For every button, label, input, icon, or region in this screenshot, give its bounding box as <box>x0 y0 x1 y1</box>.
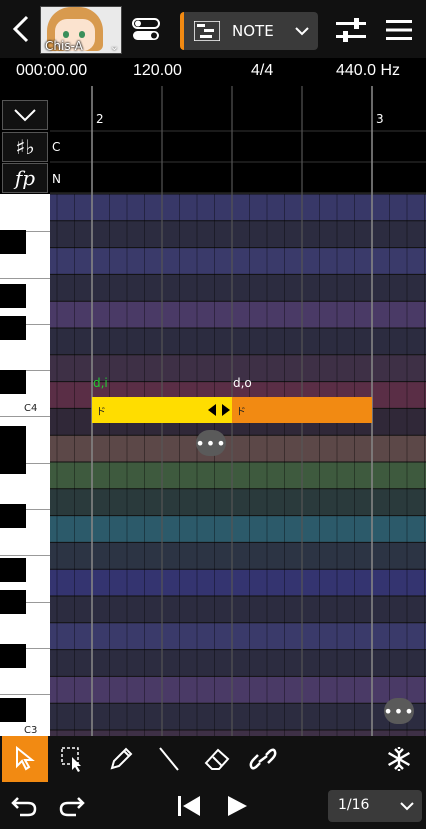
play-icon[interactable] <box>222 792 252 820</box>
undo-icon[interactable] <box>8 792 40 820</box>
black-key[interactable] <box>0 370 26 394</box>
hamburger-menu-icon[interactable] <box>386 19 412 41</box>
skip-to-start-icon[interactable] <box>174 792 204 820</box>
pitch-row <box>50 703 426 730</box>
key-label-c3: C3 <box>24 725 38 736</box>
transport-bar: 1/16 <box>0 782 426 829</box>
avatar-eye <box>63 31 69 38</box>
black-key[interactable] <box>0 504 26 528</box>
edit-toolbar <box>0 736 426 782</box>
piano-roll-grid[interactable]: 2 3 d,i d,o ド ド ••• ••• <box>50 86 426 736</box>
pitch-row <box>50 622 426 650</box>
beat-display[interactable]: 4/4 <box>251 62 273 80</box>
black-key[interactable] <box>0 558 26 582</box>
black-key[interactable] <box>0 284 26 308</box>
sharp-flat-icon: ♯♭ <box>15 135 35 159</box>
measure-number: 2 <box>96 112 104 126</box>
note-lyric: ド <box>96 407 106 418</box>
time-display[interactable]: 000:00.00 <box>16 62 87 80</box>
chevron-down-icon <box>295 27 309 36</box>
key-label-c4: C4 <box>24 403 38 414</box>
pitch-row <box>50 247 426 275</box>
pitch-row <box>50 676 426 704</box>
dynamics-lane-button[interactable]: fp <box>2 163 48 193</box>
note-more-button[interactable]: ••• <box>195 430 226 456</box>
range-select-tool[interactable] <box>50 736 96 782</box>
pitch-row <box>50 301 426 328</box>
pitch-row <box>50 649 426 677</box>
pitch-row <box>50 194 426 221</box>
black-key[interactable] <box>0 316 26 340</box>
white-key[interactable] <box>0 194 50 233</box>
eraser-icon <box>204 748 230 770</box>
chord-lane-button[interactable]: ♯♭ <box>2 132 48 162</box>
note-block[interactable]: ド <box>232 397 372 423</box>
measure-number: 3 <box>376 112 384 126</box>
snowflake-icon <box>388 747 410 771</box>
select-arrow-tool[interactable] <box>2 736 48 782</box>
pitch-display[interactable]: 440.0 Hz <box>336 62 400 80</box>
note-lane-icon <box>194 21 220 41</box>
quantize-select[interactable]: 1/16 <box>328 790 422 822</box>
note-phoneme: d,i <box>93 376 108 390</box>
collapse-lanes-button[interactable] <box>2 100 48 130</box>
chord-lane-background <box>50 132 426 162</box>
line-icon <box>159 747 179 771</box>
pencil-icon <box>110 747 133 770</box>
pencil-tool[interactable] <box>98 736 144 782</box>
pitch-row <box>50 488 426 516</box>
mixer-icon[interactable] <box>336 18 366 42</box>
status-row: 000:00.00 120.00 4/4 440.0 Hz <box>0 58 426 86</box>
black-key[interactable] <box>0 426 26 450</box>
line-tool[interactable] <box>146 736 192 782</box>
toggle-icon[interactable] <box>132 18 160 42</box>
black-key[interactable] <box>0 230 26 254</box>
tempo-display[interactable]: 120.00 <box>133 62 182 80</box>
chevron-down-icon <box>400 802 414 811</box>
ruler-background <box>50 86 426 130</box>
link-icon <box>249 748 277 770</box>
black-key[interactable] <box>0 698 26 722</box>
eraser-tool[interactable] <box>194 736 240 782</box>
singer-avatar-button[interactable]: Chis-A ⌄ <box>40 6 122 54</box>
redo-icon[interactable] <box>56 792 88 820</box>
piano-keyboard[interactable] <box>0 194 50 736</box>
pitch-row <box>50 515 426 543</box>
pitch-row <box>50 596 426 623</box>
pitch-row <box>50 274 426 302</box>
chord-lane-label: C <box>52 140 61 154</box>
singer-name: Chis-A <box>45 39 83 53</box>
note-phoneme: d,o <box>233 376 252 390</box>
pitch-row <box>50 435 426 462</box>
freeze-tool[interactable] <box>376 736 422 782</box>
link-tool[interactable] <box>240 736 286 782</box>
pitch-row <box>50 220 426 248</box>
chevron-down-icon: ⌄ <box>109 40 119 53</box>
pitch-row <box>50 328 426 355</box>
note-lyric: ド <box>236 407 246 418</box>
dynamics-lane-background <box>50 163 426 193</box>
black-key[interactable] <box>0 644 26 668</box>
dynamics-lane-label: N <box>52 172 61 186</box>
pitch-row <box>50 542 426 570</box>
track-mode-select[interactable]: NOTE <box>180 12 318 50</box>
pitch-row <box>50 569 426 596</box>
black-key[interactable] <box>0 450 26 474</box>
quantize-value: 1/16 <box>338 797 370 813</box>
range-select-icon <box>61 747 81 772</box>
dynamics-icon: fp <box>14 166 36 190</box>
cursor-icon <box>16 746 35 771</box>
black-key[interactable] <box>0 590 26 614</box>
pitch-row <box>50 462 426 489</box>
more-options-button[interactable]: ••• <box>383 698 414 724</box>
resize-arrows-icon[interactable] <box>208 404 230 416</box>
track-mode-label: NOTE <box>232 22 274 40</box>
top-bar: Chis-A ⌄ NOTE <box>0 0 426 58</box>
back-icon[interactable] <box>8 14 34 44</box>
avatar-eye <box>79 31 85 38</box>
note-block-selected[interactable]: ド <box>92 397 232 423</box>
